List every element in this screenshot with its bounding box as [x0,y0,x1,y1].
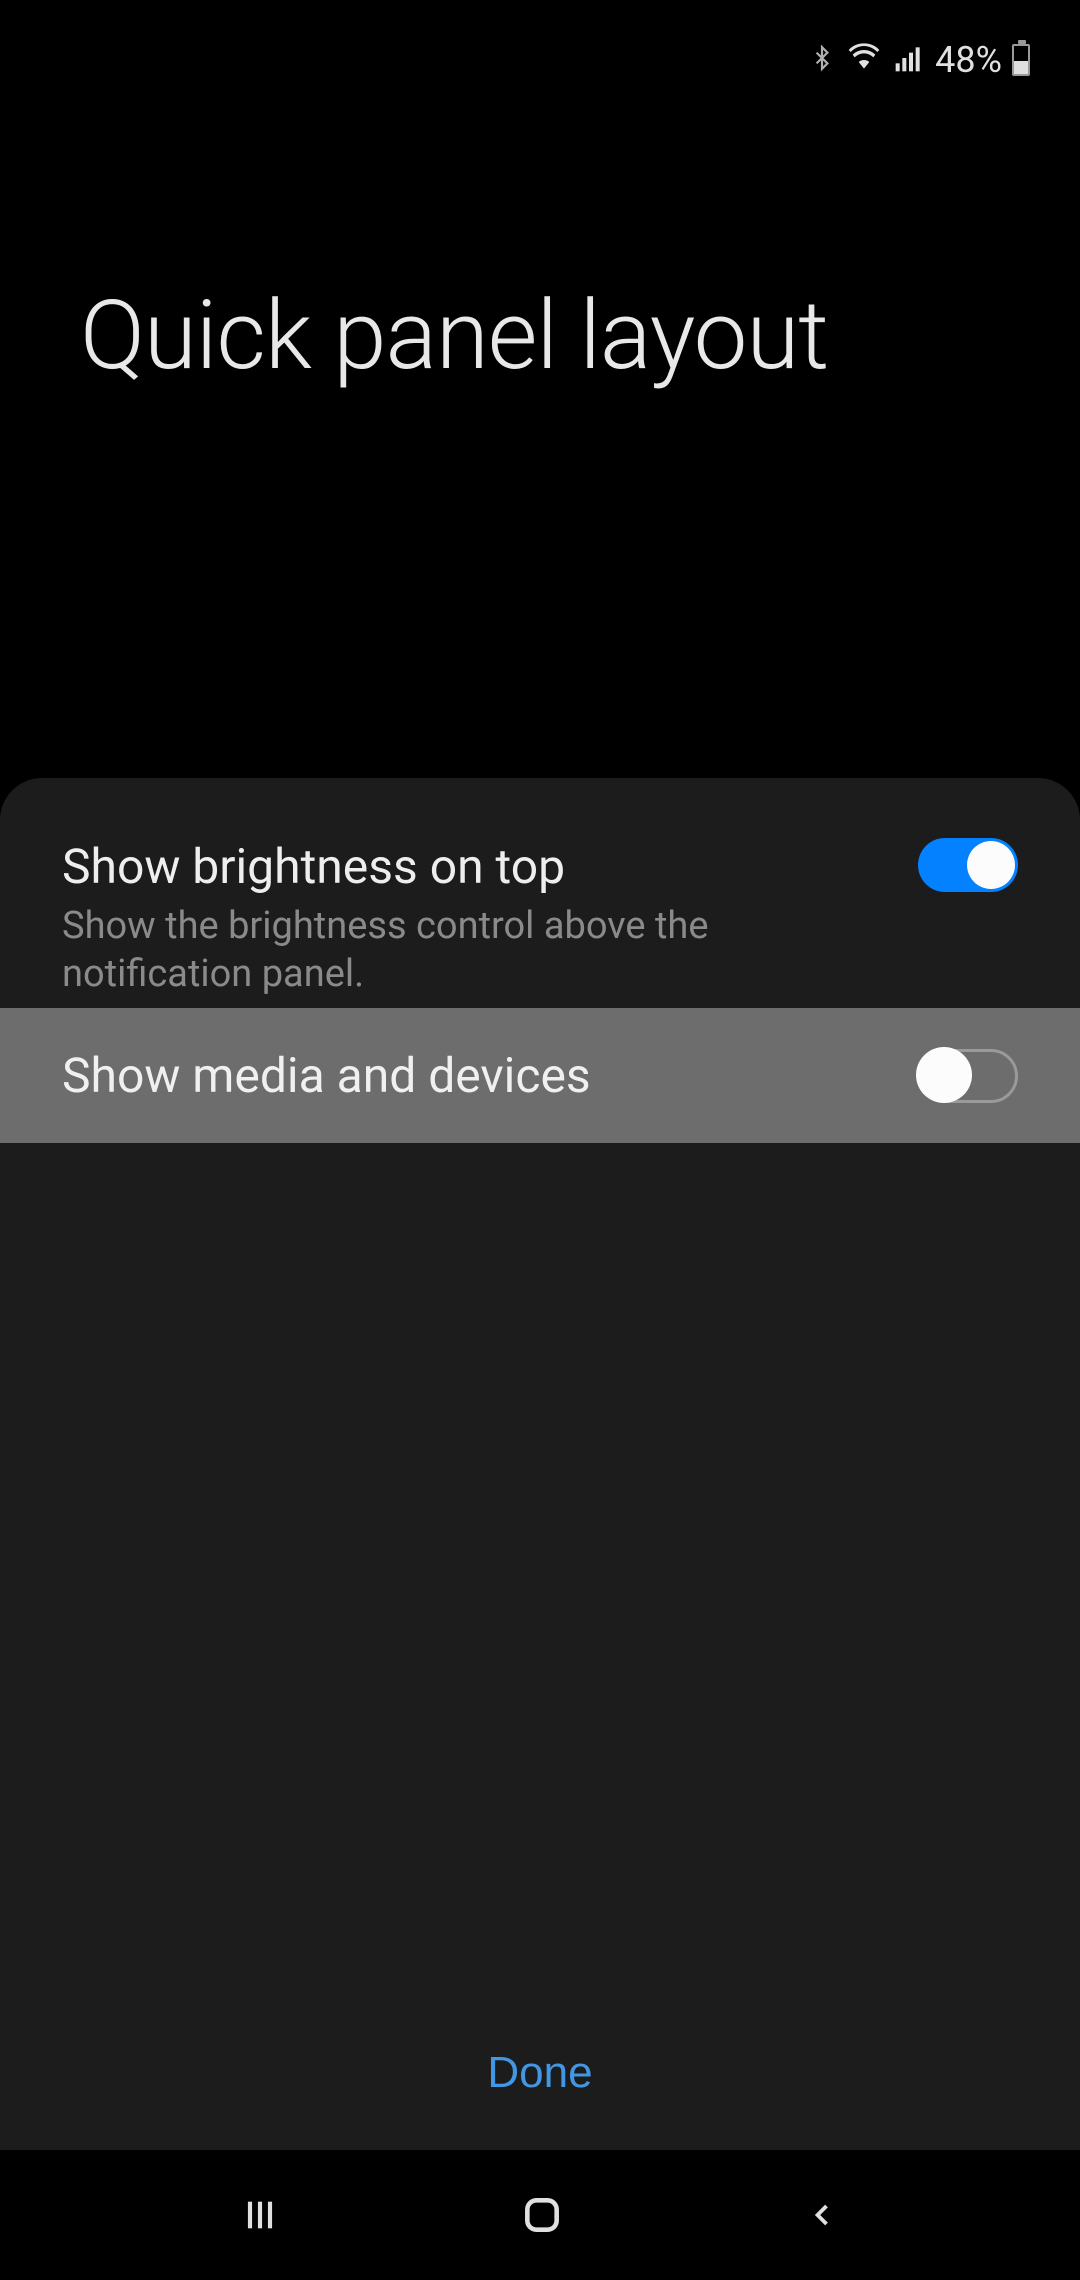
setting-title: Show media and devices [62,1047,878,1104]
status-icons: 48% [809,39,1030,81]
toggle-brightness-on-top[interactable] [918,838,1018,892]
signal-icon [893,42,925,78]
battery-percent: 48% [935,39,1002,81]
setting-brightness-on-top[interactable]: Show brightness on top Show the brightne… [0,778,1080,998]
bluetooth-icon [809,40,835,80]
settings-panel: Show brightness on top Show the brightne… [0,778,1080,2158]
home-button[interactable] [520,2193,564,2237]
back-button[interactable] [804,2197,840,2233]
page-title: Quick panel layout [80,280,828,392]
navigation-bar [0,2150,1080,2280]
done-button[interactable]: Done [487,2048,592,2098]
recents-button[interactable] [240,2195,280,2235]
status-bar: 48% [0,0,1080,120]
setting-media-and-devices[interactable]: Show media and devices [0,1008,1080,1143]
setting-title: Show brightness on top [62,838,878,895]
toggle-media-and-devices[interactable] [918,1049,1018,1103]
battery-icon [1012,44,1030,76]
setting-subtitle: Show the brightness control above the no… [62,903,878,998]
wifi-icon [845,42,883,78]
